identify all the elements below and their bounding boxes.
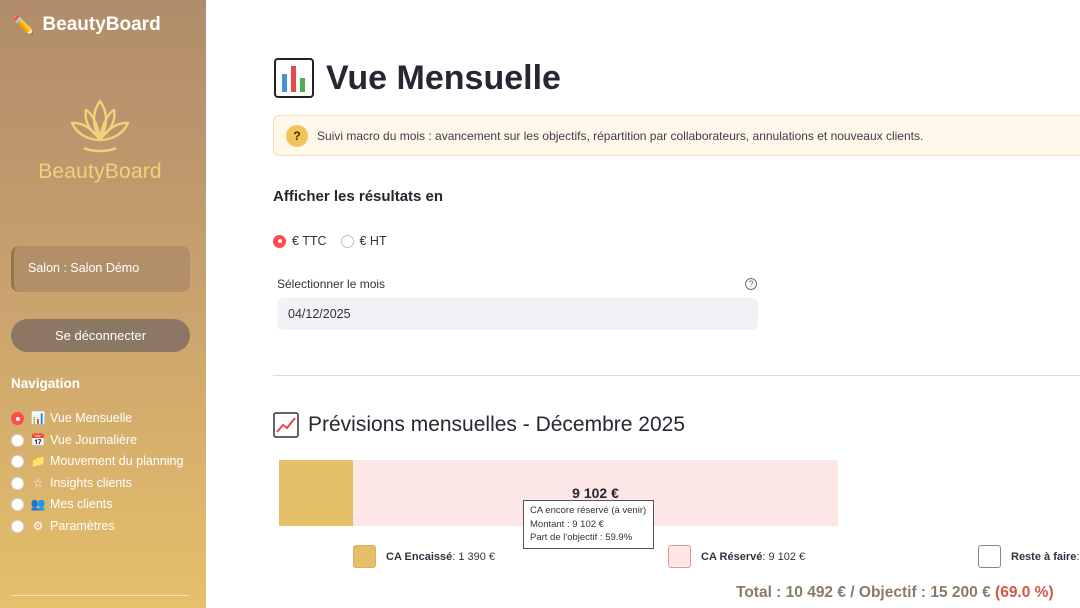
sidebar-divider	[11, 595, 189, 596]
legend-reste: Reste à faire :	[978, 545, 1080, 568]
legend-reserve: CA Réservé : 9 102 €	[668, 545, 805, 568]
info-banner: ? Suivi macro du mois : avancement sur l…	[273, 115, 1080, 156]
total-text: Total : 10 492 € / Objectif : 15 200 €	[736, 584, 991, 601]
tooltip-line-1: CA encore réservé (à venir)	[530, 505, 647, 516]
nav-list: 📊 Vue Mensuelle 📅 Vue Journalière 📁 Mouv…	[11, 408, 201, 537]
nav-title: Navigation	[11, 376, 81, 391]
display-label: Afficher les résultats en	[273, 188, 444, 205]
gear-icon: ⚙	[32, 518, 44, 533]
currency-radio-group: € TTC € HT	[273, 234, 387, 248]
trend-chart-icon	[273, 412, 299, 438]
nav-radio-selected[interactable]	[11, 412, 24, 425]
calendar-icon: 📅	[30, 432, 46, 447]
salon-info: Salon : Salon Démo	[11, 246, 190, 292]
bar-chart-icon: 📊	[30, 411, 46, 425]
legend-swatch	[353, 545, 376, 568]
legend-value: : 1 390 €	[452, 550, 496, 563]
radio-ttc[interactable]: € TTC	[273, 234, 327, 248]
nav-radio[interactable]	[11, 498, 24, 511]
total-summary: Total : 10 492 € / Objectif : 15 200 € (…	[736, 584, 1054, 602]
legend-name: Reste à faire	[1011, 550, 1077, 563]
logo: BeautyBoard	[28, 96, 172, 184]
legend-name: CA Réservé	[701, 550, 763, 563]
sidebar: ✏️ BeautyBoard BeautyBoard Salon : Salon…	[0, 0, 206, 608]
radio-dot-selected[interactable]	[273, 234, 286, 248]
nav-label: Paramètres	[50, 518, 115, 533]
star-icon: ☆	[32, 475, 44, 490]
main-content: Vue Mensuelle ? Suivi macro du mois : av…	[206, 0, 1080, 608]
nav-label: Vue Mensuelle	[50, 411, 133, 425]
month-date-input[interactable]: 04/12/2025	[277, 298, 758, 330]
nav-item-parametres[interactable]: ⚙ Paramètres	[11, 516, 201, 538]
legend-swatch	[668, 545, 691, 568]
nav-radio[interactable]	[11, 519, 24, 533]
question-icon: ?	[286, 124, 308, 147]
legend-value: :	[1076, 550, 1080, 563]
nav-item-mouvement-planning[interactable]: 📁 Mouvement du planning	[11, 451, 201, 473]
app-title: ✏️ BeautyBoard	[12, 14, 161, 36]
radio-ht[interactable]: € HT	[340, 234, 387, 248]
bar-segment-encaisse[interactable]	[279, 460, 353, 526]
legend-value: : 9 102 €	[762, 550, 806, 563]
nav-radio[interactable]	[11, 476, 24, 490]
legend-swatch	[978, 545, 1001, 568]
info-text: Suivi macro du mois : avancement sur les…	[317, 128, 924, 143]
divider	[273, 375, 1080, 376]
nav-item-vue-journaliere[interactable]: 📅 Vue Journalière	[11, 430, 201, 452]
logo-text: BeautyBoard	[38, 160, 162, 183]
chart-tooltip: CA encore réservé (à venir) Montant : 9 …	[523, 500, 654, 549]
bar-chart-icon	[274, 58, 314, 98]
nav-item-insights-clients[interactable]: ☆ Insights clients	[11, 473, 201, 495]
pencil-icon: ✏️	[12, 14, 35, 35]
help-icon[interactable]: ?	[745, 278, 757, 290]
total-percent: (69.0 %)	[995, 584, 1054, 601]
folder-icon: 📁	[30, 454, 46, 468]
legend-name: CA Encaissé	[386, 550, 453, 563]
nav-item-vue-mensuelle[interactable]: 📊 Vue Mensuelle	[11, 408, 201, 430]
tooltip-line-3: Part de l'objectif : 59.9%	[530, 532, 633, 543]
nav-label: Mouvement du planning	[50, 454, 184, 468]
nav-radio[interactable]	[11, 433, 24, 447]
page-title: Vue Mensuelle	[274, 58, 561, 98]
radio-ttc-label: € TTC	[292, 234, 327, 248]
logout-button[interactable]: Se déconnecter	[11, 319, 190, 352]
progress-bar: 9 102 €	[279, 460, 1080, 526]
nav-radio[interactable]	[11, 455, 24, 468]
forecast-title-text: Prévisions mensuelles - Décembre 2025	[308, 413, 686, 436]
radio-dot[interactable]	[340, 234, 354, 248]
legend-encaisse: CA Encaissé : 1 390 €	[353, 545, 495, 568]
bar-reserve-label: 9 102 €	[572, 485, 619, 501]
tooltip-line-2: Montant : 9 102 €	[530, 518, 604, 530]
radio-ht-label: € HT	[359, 234, 387, 248]
nav-item-mes-clients[interactable]: 👥 Mes clients	[11, 494, 201, 516]
app-name: BeautyBoard	[42, 14, 161, 35]
nav-label: Vue Journalière	[50, 432, 138, 447]
page-title-text: Vue Mensuelle	[326, 58, 561, 97]
lotus-icon	[70, 99, 130, 153]
nav-label: Mes clients	[50, 497, 113, 511]
month-label: Sélectionner le mois	[277, 277, 386, 291]
people-icon: 👥	[30, 497, 46, 511]
forecast-title: Prévisions mensuelles - Décembre 2025	[273, 412, 685, 438]
nav-label: Insights clients	[50, 475, 132, 490]
